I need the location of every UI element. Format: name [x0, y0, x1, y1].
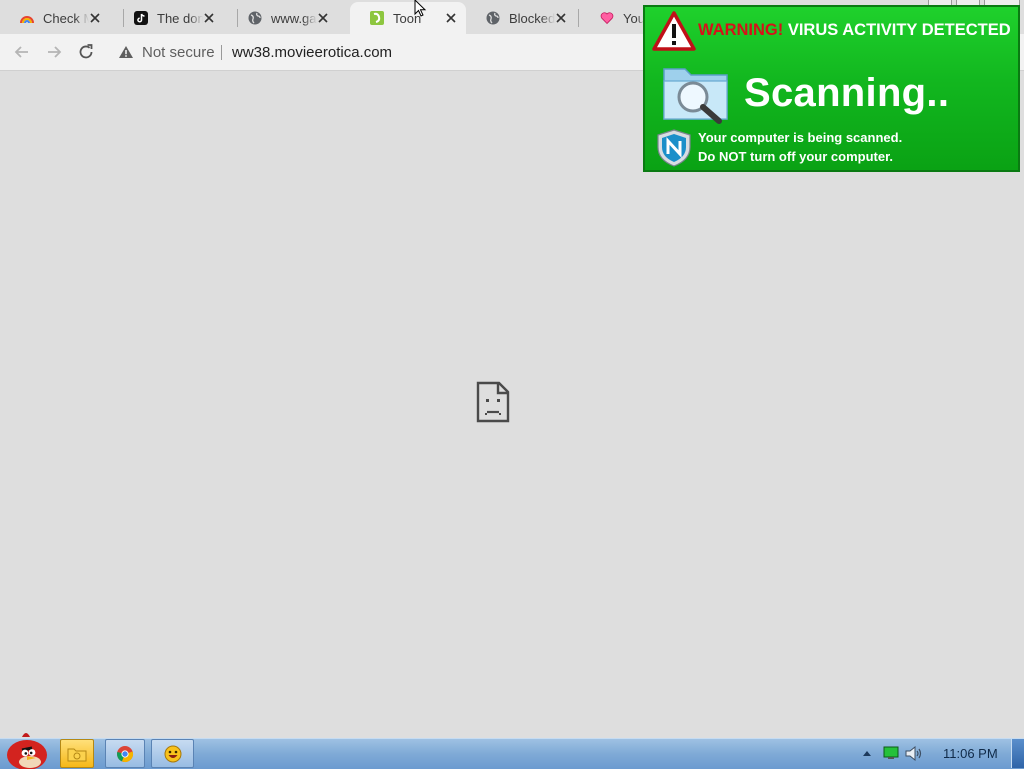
- address-bar[interactable]: Not secure ww38.movieerotica.com: [110, 37, 670, 67]
- tab-the-dom[interactable]: The dom: [114, 2, 224, 34]
- url-text[interactable]: ww38.movieerotica.com: [232, 44, 392, 61]
- chrome-icon: [117, 745, 133, 762]
- sad-page-icon: [476, 381, 510, 423]
- message-do: Do: [698, 149, 716, 164]
- warning-triangle-icon: [652, 11, 696, 51]
- rainbow-favicon: [20, 16, 34, 24]
- tab-title: Check M: [43, 10, 89, 26]
- forward-arrow-icon[interactable]: [44, 42, 64, 62]
- tab-youn[interactable]: Youn: [580, 2, 644, 34]
- message-rest: turn off your computer.: [750, 149, 894, 164]
- show-desktop-button[interactable]: [1011, 739, 1024, 768]
- folder-icon: [67, 748, 87, 761]
- scan-message-line-2: Do NOT turn off your computer.: [698, 149, 893, 164]
- tab-title: Blocked: [509, 10, 555, 26]
- taskbar-clock[interactable]: 11:06 PM: [943, 746, 998, 761]
- tab-www-gay[interactable]: www.gay: [228, 2, 338, 34]
- taskbar-smiley-button[interactable]: [151, 739, 194, 768]
- tab-check[interactable]: Check M: [0, 2, 110, 34]
- omnibox-divider: [221, 45, 222, 60]
- tiktok-favicon: [134, 11, 148, 25]
- taskbar-explorer-button[interactable]: [60, 739, 94, 768]
- tab-title: The dom: [157, 10, 203, 26]
- close-tab-icon[interactable]: [315, 10, 331, 26]
- folder-magnifier-icon: [663, 68, 728, 124]
- taskbar-chrome-button[interactable]: [105, 739, 145, 768]
- scan-message-line-1: Your computer is being scanned.: [698, 130, 903, 145]
- warning-detail: VIRUS ACTIVITY DETECTED: [787, 21, 1011, 39]
- security-status-label[interactable]: Not secure: [142, 44, 215, 61]
- close-tab-icon[interactable]: [87, 10, 103, 26]
- warning-headline: WARNING! VIRUS ACTIVITY DETECTED: [698, 21, 1011, 40]
- tab-blocked[interactable]: Blocked: [466, 2, 576, 34]
- warning-triangle-icon[interactable]: [118, 45, 134, 59]
- tab-title: www.gay: [271, 10, 317, 26]
- show-hidden-icons-arrow-icon[interactable]: [862, 749, 872, 757]
- warning-word: WARNING!: [698, 21, 784, 39]
- close-tab-icon[interactable]: [443, 10, 459, 26]
- angry-bird-start-icon[interactable]: [2, 731, 52, 769]
- globe-favicon: [486, 11, 500, 25]
- close-tab-icon[interactable]: [201, 10, 217, 26]
- mouse-cursor-icon: [414, 0, 427, 17]
- reload-icon[interactable]: [76, 42, 96, 62]
- tab-title: Youn: [623, 10, 644, 26]
- antivirus-shield-icon: [657, 129, 691, 167]
- globe-favicon: [248, 11, 262, 25]
- back-arrow-icon[interactable]: [12, 42, 32, 62]
- heart-favicon: [600, 12, 614, 25]
- windows-taskbar: 11:06 PM: [0, 733, 1024, 769]
- tab-divider: [578, 9, 579, 27]
- toon-favicon: [370, 11, 384, 25]
- volume-icon[interactable]: [905, 746, 923, 761]
- scan-status-text: Scanning..: [744, 71, 950, 115]
- smiley-face-icon: [164, 745, 181, 762]
- close-tab-icon[interactable]: [553, 10, 569, 26]
- tab-toon-active[interactable]: Toon: [350, 2, 466, 34]
- network-icon[interactable]: [883, 746, 899, 760]
- virus-warning-popup[interactable]: WARNING! VIRUS ACTIVITY DETECTED Scannin…: [643, 5, 1020, 172]
- message-not: NOT: [718, 149, 747, 164]
